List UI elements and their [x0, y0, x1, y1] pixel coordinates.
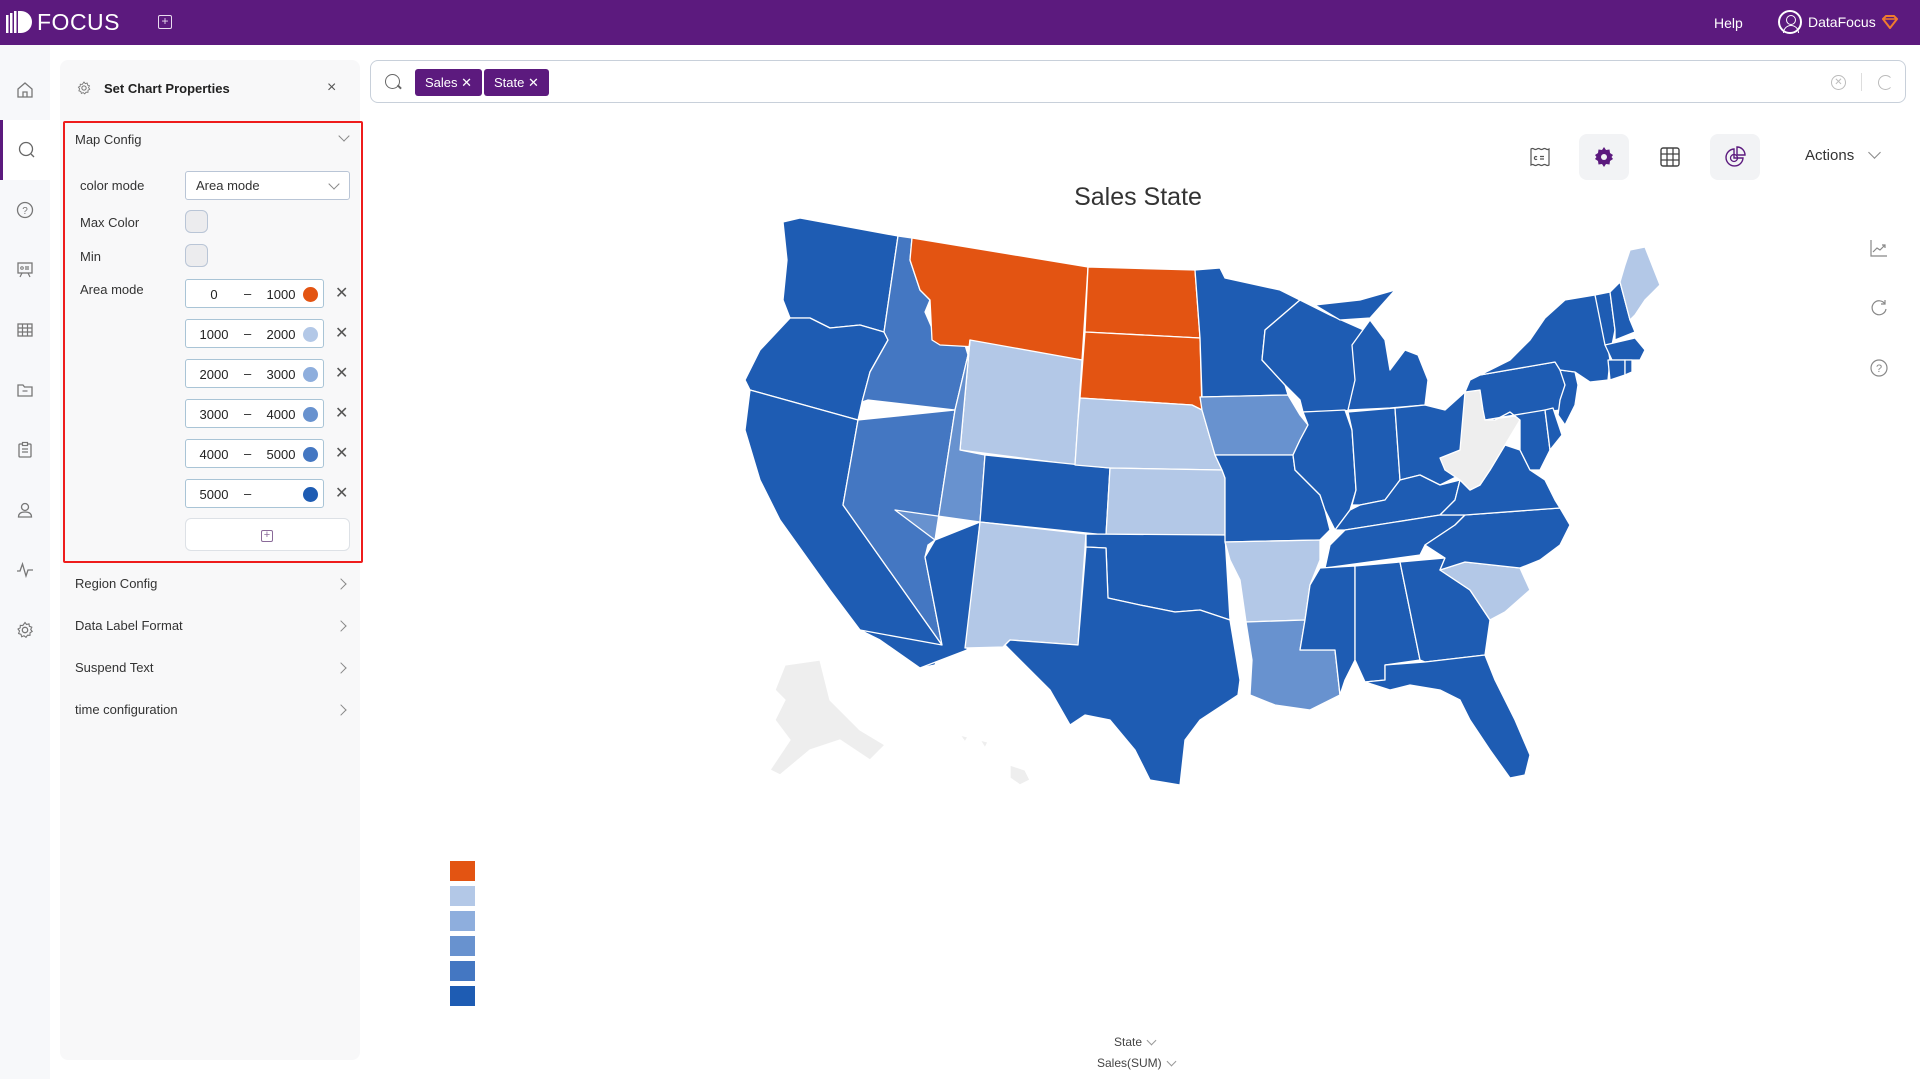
state-connecticut[interactable]: [1607, 359, 1626, 381]
legend-swatch[interactable]: [450, 961, 475, 981]
state-new-mexico[interactable]: [964, 521, 1087, 649]
state-rhode-island[interactable]: [1624, 359, 1633, 376]
usa-choropleth-map: [744, 217, 1661, 786]
state-wyoming[interactable]: [959, 339, 1083, 466]
legend-swatch[interactable]: [450, 936, 475, 956]
state-north-dakota[interactable]: [1084, 266, 1201, 339]
state-nebraska[interactable]: [1074, 397, 1223, 471]
legend-swatch[interactable]: [450, 861, 475, 881]
x-field-label: State: [1114, 1035, 1143, 1049]
state-washington[interactable]: [782, 217, 899, 333]
legend-swatch[interactable]: [450, 911, 475, 931]
legend-swatch[interactable]: [450, 986, 475, 1006]
y-field-selector[interactable]: Sales(SUM): [1097, 1056, 1177, 1070]
state-iowa[interactable]: [1199, 394, 1309, 456]
state-colorado[interactable]: [979, 454, 1111, 536]
state-hawaii[interactable]: [959, 734, 1031, 786]
state-south-dakota[interactable]: [1079, 331, 1203, 411]
state-kansas[interactable]: [1105, 467, 1226, 536]
x-field-selector[interactable]: State: [1114, 1035, 1157, 1049]
map-legend: [450, 861, 475, 1011]
legend-swatch[interactable]: [450, 886, 475, 906]
state-arkansas[interactable]: [1224, 539, 1321, 623]
state-florida[interactable]: [1364, 654, 1531, 779]
state-montana[interactable]: [909, 237, 1089, 361]
chevron-down-icon: [1146, 1035, 1157, 1045]
y-field-label: Sales(SUM): [1097, 1056, 1162, 1070]
state-alaska[interactable]: [769, 659, 886, 776]
chevron-down-icon: [1166, 1056, 1177, 1066]
